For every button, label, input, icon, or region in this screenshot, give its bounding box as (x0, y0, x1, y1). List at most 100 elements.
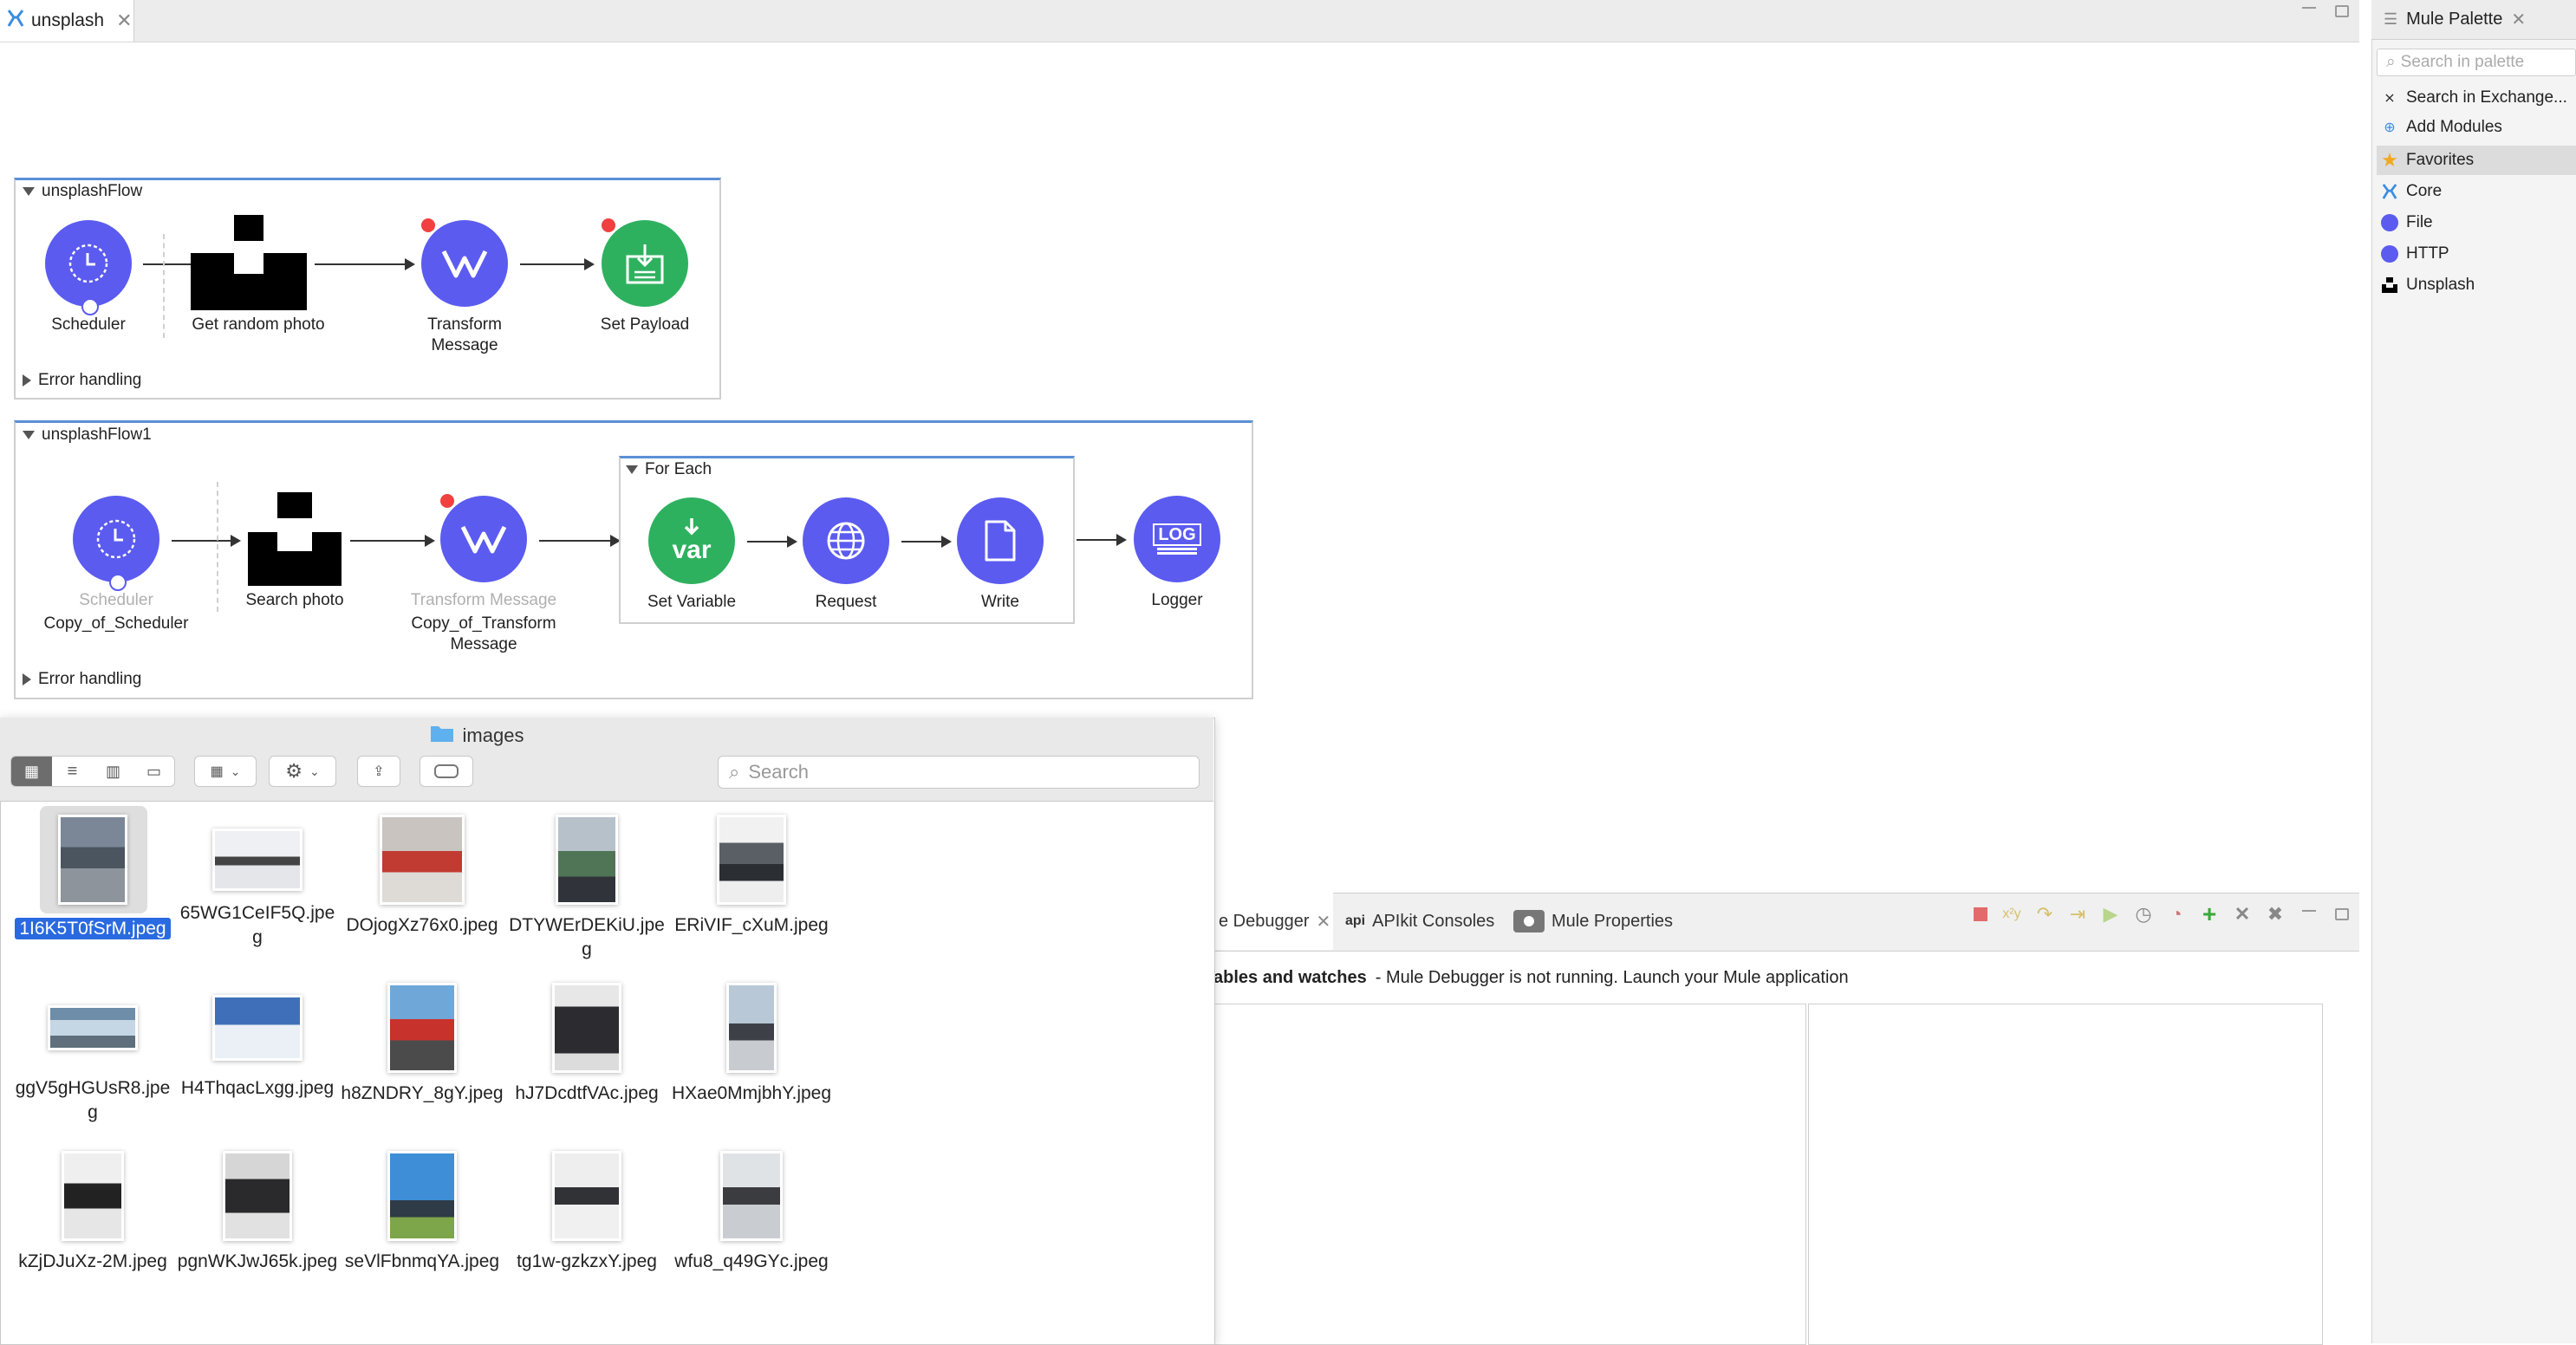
timer-icon[interactable]: ◔ (2165, 903, 2188, 926)
file-name: tg1w-gzkzxY.jpeg (517, 1251, 657, 1271)
minimize-icon[interactable] (2302, 910, 2316, 912)
unsplash-node[interactable] (189, 213, 309, 312)
node-label: Copy_of_Transform Message (411, 614, 556, 653)
transform-node[interactable] (421, 220, 508, 307)
evaluate-icon[interactable]: x²y (2000, 903, 2023, 926)
share-button[interactable]: ⇪ (357, 756, 400, 787)
gallery-view-icon[interactable]: ▭ (133, 763, 174, 781)
node-label: Set Payload (600, 315, 690, 334)
variables-pane[interactable] (1213, 1004, 1806, 1345)
file-item[interactable]: 1I6K5T0fSrM.jpeg (10, 815, 175, 941)
clock-icon[interactable]: ◷ (2132, 903, 2155, 926)
file-item[interactable]: ggV5gHGUsR8.jpeg (10, 983, 175, 1125)
flow-arrow (539, 535, 621, 547)
scheduler-node[interactable] (45, 220, 132, 307)
palette-item-unsplash[interactable]: Unsplash (2377, 270, 2576, 300)
transform-node[interactable] (440, 496, 527, 582)
unsplash-node[interactable] (246, 491, 343, 588)
action-button[interactable]: ⚙ ⌄ (269, 756, 336, 787)
palette-item-core[interactable]: Core (2377, 177, 2576, 206)
close-icon[interactable]: ✕ (2511, 9, 2526, 30)
remove-all-icon[interactable]: ✖ (2264, 903, 2287, 926)
step-over-icon[interactable]: ↷ (2033, 903, 2056, 926)
tab-mule-properties[interactable]: Mule Properties (1513, 893, 1673, 950)
close-icon[interactable]: ✕ (116, 10, 132, 32)
set-payload-node[interactable] (602, 220, 688, 307)
breakpoint-dot[interactable] (440, 494, 454, 508)
breakpoint-dot[interactable] (421, 218, 435, 232)
expand-icon[interactable] (23, 673, 31, 685)
maximize-icon[interactable] (2335, 908, 2349, 920)
node-label: Search photo (245, 591, 344, 609)
add-icon: ⊕ (2384, 120, 2396, 135)
finder-search-input[interactable]: ⌕ Search (718, 756, 1200, 789)
set-variable-node[interactable]: var (648, 497, 735, 584)
menu-icon[interactable]: ☰ (2384, 10, 2397, 29)
logger-node[interactable]: LOG (1134, 496, 1220, 582)
file-item[interactable]: 65WG1CeIF5Q.jpeg (175, 815, 340, 950)
resume-icon[interactable]: ▶ (2099, 903, 2122, 926)
step-into-icon[interactable]: ⇥ (2066, 903, 2089, 926)
file-item[interactable]: ERiVIF_cXuM.jpeg (669, 815, 834, 938)
mule-icon (7, 9, 24, 33)
column-view-icon[interactable]: ▥ (93, 763, 133, 781)
grid-icon: ▦ (210, 764, 224, 779)
icon-view-icon[interactable]: ▦ (11, 757, 52, 786)
file-item[interactable]: wfu8_q49GYc.jpeg (669, 1151, 834, 1274)
palette-item-exchange[interactable]: ⨯ Search in Exchange... (2377, 83, 2576, 113)
breakpoint-dot[interactable] (602, 218, 615, 232)
maximize-icon[interactable] (2335, 5, 2349, 17)
add-icon[interactable]: + (2198, 900, 2221, 927)
write-node[interactable] (957, 497, 1044, 584)
file-item[interactable]: tg1w-gzkzxY.jpeg (504, 1151, 669, 1274)
tab-mule-debugger[interactable]: e Debugger ✕ (1213, 893, 1333, 950)
list-view-icon[interactable]: ≡ (52, 762, 93, 782)
file-item[interactable]: DOjogXz76x0.jpeg (340, 815, 504, 938)
minimize-icon[interactable] (2302, 7, 2316, 9)
view-switcher[interactable]: ▦ ≡ ▥ ▭ (10, 756, 175, 787)
file-item[interactable]: DTYWErDEKiU.jpeg (504, 815, 669, 962)
error-handling-toggle[interactable]: Error handling (23, 371, 141, 390)
palette-item-file[interactable]: File (2377, 208, 2576, 237)
image-thumbnail (552, 983, 621, 1073)
collapse-icon[interactable] (23, 187, 35, 196)
api-icon: api (1345, 913, 1366, 928)
image-thumbnail (212, 995, 302, 1061)
editor-tab-unsplash[interactable]: unsplash ✕ (0, 0, 134, 42)
file-name: ggV5gHGUsR8.jpeg (15, 1078, 171, 1122)
error-handling-toggle[interactable]: Error handling (23, 670, 141, 689)
request-node[interactable] (803, 497, 889, 584)
group-button[interactable]: ▦ ⌄ (194, 756, 257, 787)
collapse-icon[interactable] (23, 431, 35, 439)
file-item[interactable]: H4ThqacLxgg.jpeg (175, 983, 340, 1101)
stop-icon[interactable] (1969, 903, 1992, 926)
file-item[interactable]: seVlFbnmqYA.jpeg (340, 1151, 504, 1274)
remove-icon[interactable]: ✕ (2231, 903, 2254, 926)
file-item[interactable]: kZjDJuXz-2M.jpeg (10, 1151, 175, 1274)
tab-label: e Debugger (1219, 911, 1310, 931)
palette-item-add-modules[interactable]: ⊕ Add Modules (2377, 113, 2576, 142)
tags-button[interactable] (420, 756, 473, 787)
collapse-icon[interactable] (626, 465, 638, 474)
unsplash-icon (191, 215, 307, 310)
palette-item-label: Core (2406, 182, 2443, 200)
flow-header[interactable]: unsplashFlow (23, 182, 142, 201)
for-each-header[interactable]: For Each (626, 460, 712, 479)
close-icon[interactable]: ✕ (1317, 911, 1331, 932)
file-item[interactable]: h8ZNDRY_8gY.jpeg (340, 983, 504, 1106)
palette-item-favorites[interactable]: ★ Favorites (2377, 146, 2576, 175)
flow-header[interactable]: unsplashFlow1 (23, 426, 152, 445)
source-badge (81, 298, 99, 315)
watch-pane[interactable] (1808, 1004, 2323, 1345)
palette-item-http[interactable]: HTTP (2377, 239, 2576, 269)
tab-apikit-consoles[interactable]: api APIkit Consoles (1345, 893, 1494, 950)
file-item[interactable]: pgnWKJwJ65k.jpeg (175, 1151, 340, 1274)
flow-arrow (901, 536, 952, 548)
file-item[interactable]: hJ7DcdtfVAc.jpeg (504, 983, 669, 1106)
palette-search-input[interactable]: ⌕ Search in palette (2377, 49, 2576, 76)
expand-icon[interactable] (23, 374, 31, 387)
mule-icon (2380, 182, 2399, 201)
scheduler-node[interactable] (73, 496, 159, 582)
unsplash-icon (248, 492, 342, 586)
file-item[interactable]: HXae0MmjbhY.jpeg (669, 983, 834, 1106)
